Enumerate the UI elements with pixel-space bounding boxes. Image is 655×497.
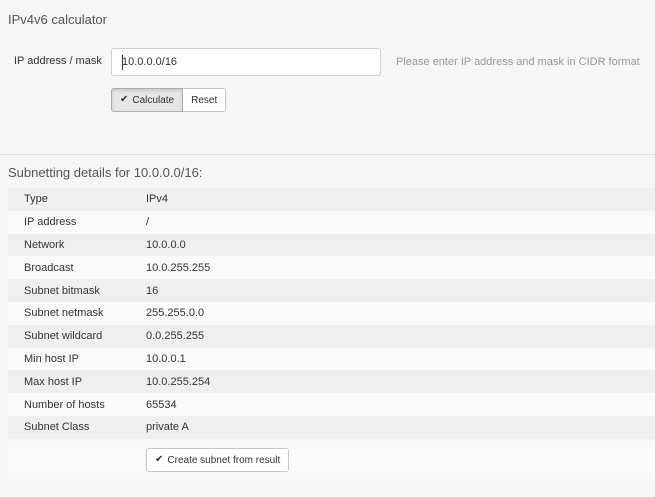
details-row-value: 10.0.255.255 <box>146 261 211 274</box>
details-row: Network 10.0.0.0 <box>8 233 655 257</box>
details-footer-row: ✔ Create subnet from result <box>8 444 655 476</box>
calculate-button[interactable]: ✔ Calculate <box>111 88 184 112</box>
text-cursor <box>122 55 123 70</box>
details-row-key: Subnet Class <box>24 421 90 434</box>
ip-address-input[interactable] <box>111 48 381 76</box>
details-row: Subnet netmask 255.255.0.0 <box>8 301 655 325</box>
details-row: IP address / <box>8 210 655 234</box>
details-row-key: Subnet wildcard <box>24 330 103 343</box>
reset-button[interactable]: Reset <box>183 88 227 112</box>
details-row: Broadcast 10.0.255.255 <box>8 256 655 280</box>
details-row: Subnet wildcard 0.0.255.255 <box>8 324 655 348</box>
create-subnet-button-label: Create subnet from result <box>167 454 281 466</box>
details-row-key: Subnet bitmask <box>24 284 100 297</box>
details-row-key: IP address <box>24 216 77 229</box>
details-row-value: 255.255.0.0 <box>146 307 205 320</box>
details-row-key: Broadcast <box>24 261 74 274</box>
details-row-value: private A <box>146 421 189 434</box>
check-icon: ✔ <box>120 94 129 105</box>
details-row-value: 10.0.0.0 <box>146 238 186 251</box>
details-row-key: Max host IP <box>24 375 83 388</box>
subnet-details-title: Subnetting details for 10.0.0.0/16: <box>8 165 203 180</box>
input-help-text: Please enter IP address and mask in CIDR… <box>396 56 640 68</box>
create-subnet-button[interactable]: ✔ Create subnet from result <box>146 448 290 472</box>
details-row: Subnet bitmask 16 <box>8 279 655 302</box>
details-row-key: Subnet netmask <box>24 307 104 320</box>
details-row-value: 10.0.0.1 <box>146 352 186 365</box>
details-row: Subnet Class private A <box>8 415 655 439</box>
details-row-key: Min host IP <box>24 352 80 365</box>
details-row-value: 65534 <box>146 398 177 411</box>
check-icon: ✔ <box>155 454 164 465</box>
details-row: Min host IP 10.0.0.1 <box>8 347 655 371</box>
details-row-key: Network <box>24 238 65 251</box>
details-row-value: 10.0.255.254 <box>146 375 211 388</box>
details-row-key: Type <box>24 193 48 206</box>
subnet-details-table: Type IPv4 IP address / Network 10.0.0.0 Broadc… <box>8 188 655 439</box>
calculate-button-label: Calculate <box>132 94 175 106</box>
details-row-value: IPv4 <box>146 193 169 206</box>
section-divider <box>0 154 655 155</box>
details-row-value: 16 <box>146 284 159 297</box>
details-row: Type IPv4 <box>8 188 655 211</box>
form-button-group: ✔ Calculate Reset <box>111 88 227 112</box>
calculator-title: IPv4v6 calculator <box>8 12 107 27</box>
details-row-value: / <box>146 216 150 229</box>
details-row: Max host IP 10.0.255.254 <box>8 370 655 394</box>
details-row-value: 0.0.255.255 <box>146 330 205 343</box>
details-row-key: Number of hosts <box>24 398 105 411</box>
ip-address-label: IP address / mask <box>14 55 102 67</box>
details-row: Number of hosts 65534 <box>8 393 655 416</box>
